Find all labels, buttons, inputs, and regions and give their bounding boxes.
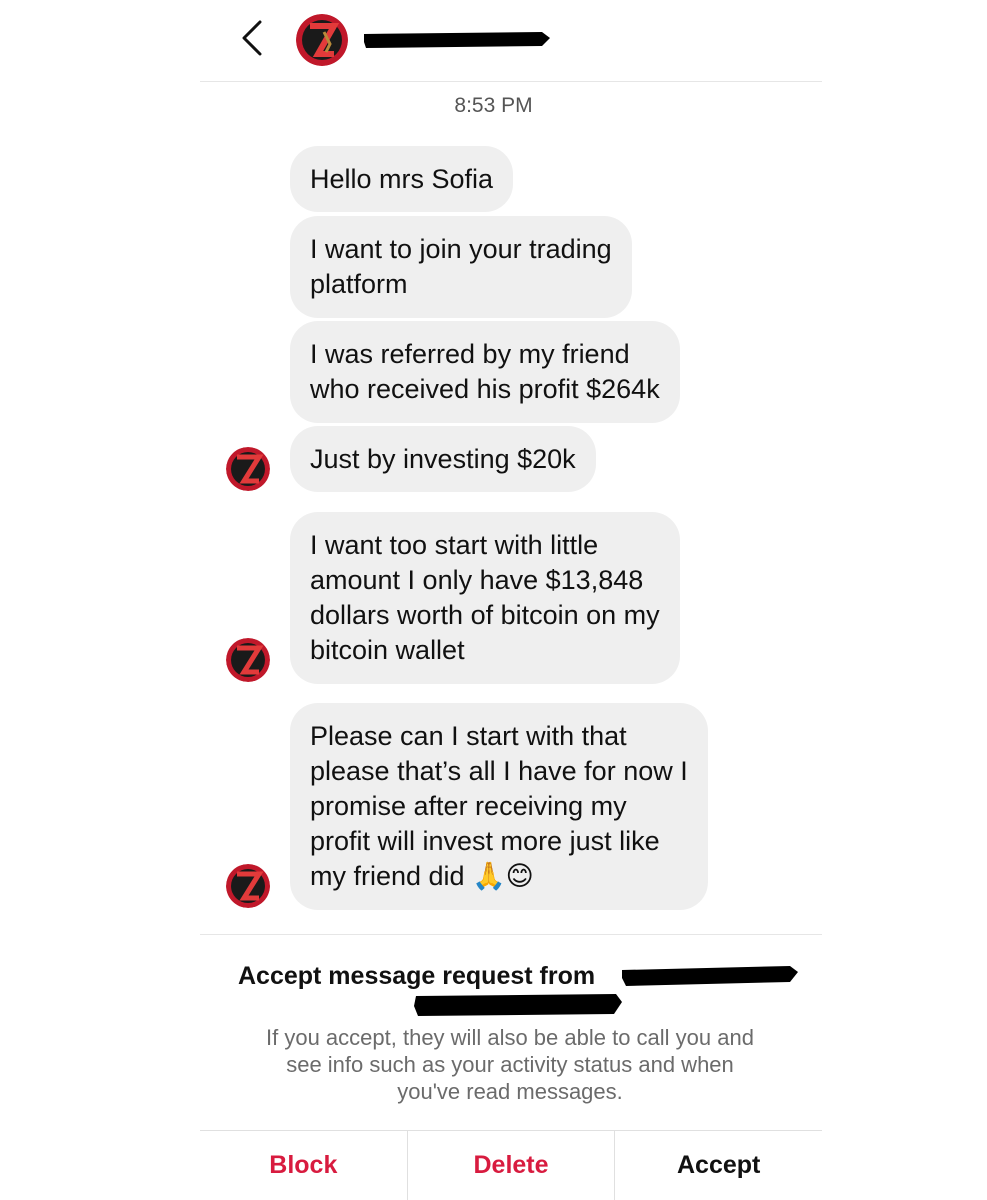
redacted-username [620,960,800,990]
chat-header [200,0,822,82]
message-bubble: I want too start with little amount I on… [290,512,680,684]
divider [200,934,822,935]
message-bubble: Hello mrs Sofia [290,146,514,212]
avatar[interactable] [226,638,270,682]
avatar[interactable] [226,864,270,908]
request-actions: Block Delete Accept [200,1130,822,1200]
block-button[interactable]: Block [200,1131,408,1200]
message-timestamp: 8:53 PM [454,94,533,117]
redacted-username [412,992,624,1018]
chevron-left-icon[interactable] [236,18,272,58]
delete-button[interactable]: Delete [408,1131,616,1200]
accept-button[interactable]: Accept [615,1131,822,1200]
request-description: If you accept, they will also be able to… [266,1025,754,1104]
request-title: Accept message request from [238,962,596,990]
chat-screen: 8:53 PM Hello mrs Sofia I want to join y… [0,0,987,1200]
message-bubble: I was referred by my friend who received… [290,321,680,423]
redacted-username [362,28,552,50]
avatar[interactable] [296,14,348,66]
avatar[interactable] [226,447,270,491]
message-bubble: Just by investing $20k [290,426,596,492]
message-bubble: I want to join your trading platform [290,216,632,318]
message-bubble: Please can I start with that please that… [290,703,708,910]
